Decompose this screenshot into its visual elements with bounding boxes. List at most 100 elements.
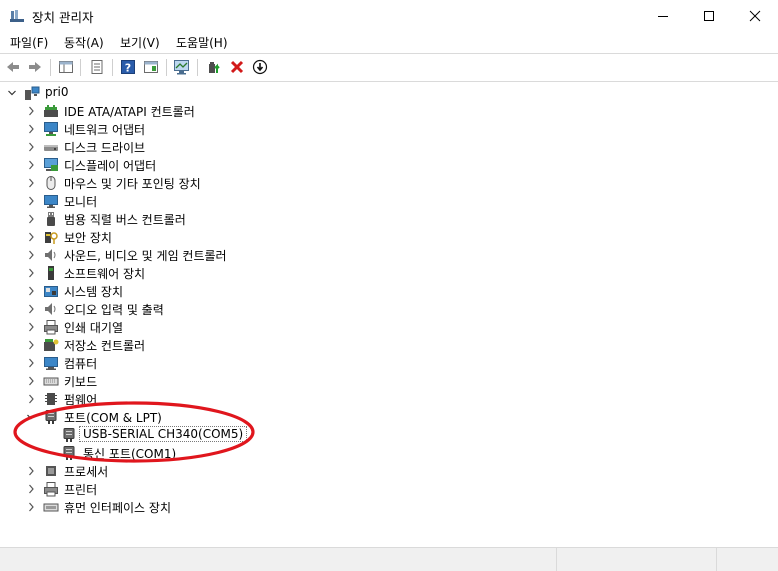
help-icon: ? bbox=[121, 60, 135, 75]
help-button[interactable]: ? bbox=[119, 58, 137, 76]
tree-category-0[interactable]: IDE ATA/ATAPI 컨트롤러 bbox=[0, 102, 700, 120]
expand-chevron-right-icon[interactable] bbox=[26, 483, 36, 495]
expand-chevron-right-icon[interactable] bbox=[26, 393, 36, 405]
expand-chevron-right-icon[interactable] bbox=[26, 159, 36, 171]
tree-category-4[interactable]: 마우스 및 기타 포인팅 장치 bbox=[0, 174, 700, 192]
maximize-button[interactable] bbox=[686, 0, 732, 31]
expand-chevron-right-icon[interactable] bbox=[26, 231, 36, 243]
tree-category-9[interactable]: 소프트웨어 장치 bbox=[0, 264, 700, 282]
tree-root-computer[interactable]: pri0 bbox=[0, 84, 700, 102]
expand-chevron-right-icon[interactable] bbox=[26, 501, 36, 513]
tree-category-16[interactable]: 펌웨어 bbox=[0, 390, 700, 408]
hid-icon bbox=[43, 503, 59, 512]
expand-chevron-right-icon[interactable] bbox=[26, 105, 36, 117]
tree-item-label: USB-SERIAL CH340(COM5) bbox=[78, 426, 248, 442]
expand-chevron-right-icon[interactable] bbox=[26, 303, 36, 315]
tree-category-7[interactable]: 보안 장치 bbox=[0, 228, 700, 246]
tree-category-5[interactable]: 모니터 bbox=[0, 192, 700, 210]
menu-view[interactable]: 보기(V) bbox=[120, 34, 160, 51]
tree-item-label: 프로세서 bbox=[64, 465, 109, 479]
tree-item-label: 사운드, 비디오 및 게임 컨트롤러 bbox=[64, 249, 227, 263]
tree-category-13[interactable]: 저장소 컨트롤러 bbox=[0, 336, 700, 354]
port-icon bbox=[63, 446, 75, 460]
tree-item-label: 저장소 컨트롤러 bbox=[64, 339, 146, 353]
expand-chevron-right-icon[interactable] bbox=[26, 123, 36, 135]
menu-action[interactable]: 동작(A) bbox=[64, 34, 104, 51]
back-arrow-icon bbox=[7, 62, 19, 72]
properties-button[interactable] bbox=[88, 58, 106, 76]
status-segment bbox=[716, 548, 717, 571]
tree-category-14[interactable]: 컴퓨터 bbox=[0, 354, 700, 372]
expand-chevron-right-icon[interactable] bbox=[26, 357, 36, 369]
tree-item-label: 디스크 드라이브 bbox=[64, 141, 146, 155]
menu-help[interactable]: 도움말(H) bbox=[176, 34, 228, 51]
tree-category-8[interactable]: 사운드, 비디오 및 게임 컨트롤러 bbox=[0, 246, 700, 264]
expand-chevron-down-icon[interactable] bbox=[26, 411, 36, 423]
tree-category-12[interactable]: 인쇄 대기열 bbox=[0, 318, 700, 336]
device-manager-app-icon bbox=[10, 10, 24, 22]
speaker-icon bbox=[45, 249, 56, 261]
tree-category-15[interactable]: 키보드 bbox=[0, 372, 700, 390]
expand-chevron-down-icon[interactable] bbox=[7, 87, 17, 99]
tree-category-17[interactable]: 포트(COM & LPT) bbox=[0, 408, 700, 426]
network-adapter-icon bbox=[44, 122, 58, 136]
tree-item-label: 키보드 bbox=[64, 375, 98, 389]
tree-category-18[interactable]: 프로세서 bbox=[0, 462, 700, 480]
tree-item-label: 펌웨어 bbox=[64, 393, 98, 407]
tree-category-20[interactable]: 휴먼 인터페이스 장치 bbox=[0, 498, 700, 516]
expand-chevron-right-icon[interactable] bbox=[26, 375, 36, 387]
port-icon bbox=[63, 428, 75, 442]
expand-chevron-right-icon[interactable] bbox=[26, 339, 36, 351]
menu-file[interactable]: 파일(F) bbox=[10, 34, 48, 51]
scan-monitor-icon bbox=[174, 60, 189, 75]
expand-chevron-right-icon[interactable] bbox=[26, 267, 36, 279]
tree-category-2[interactable]: 디스크 드라이브 bbox=[0, 138, 700, 156]
tree-category-19[interactable]: 프린터 bbox=[0, 480, 700, 498]
tree-category-6[interactable]: 범용 직렬 버스 컨트롤러 bbox=[0, 210, 700, 228]
computer-icon bbox=[44, 357, 58, 370]
tree-item-label: 통신 포트(COM1) bbox=[83, 447, 177, 461]
expand-chevron-right-icon[interactable] bbox=[26, 141, 36, 153]
tree-category-10[interactable]: 시스템 장치 bbox=[0, 282, 700, 300]
expand-chevron-right-icon[interactable] bbox=[26, 195, 36, 207]
update-driver-button[interactable] bbox=[205, 58, 223, 76]
expand-chevron-right-icon[interactable] bbox=[26, 213, 36, 225]
scan-hardware-button[interactable] bbox=[173, 58, 191, 76]
disable-device-button[interactable] bbox=[251, 58, 269, 76]
speaker-icon bbox=[45, 303, 56, 315]
action-view-button[interactable] bbox=[142, 58, 160, 76]
toolbar: ? bbox=[0, 53, 778, 82]
close-button[interactable] bbox=[732, 0, 778, 31]
uninstall-device-button[interactable] bbox=[228, 58, 246, 76]
storage-controller-icon bbox=[44, 339, 59, 351]
expand-chevron-right-icon[interactable] bbox=[26, 249, 36, 261]
forward-button[interactable] bbox=[26, 58, 44, 76]
tree-device-17-0[interactable]: USB-SERIAL CH340(COM5) bbox=[0, 426, 700, 444]
computer-tree-icon bbox=[25, 86, 40, 100]
svg-text:?: ? bbox=[125, 62, 131, 75]
expand-chevron-right-icon[interactable] bbox=[26, 177, 36, 189]
mouse-icon bbox=[46, 176, 56, 190]
tree-item-label: 컴퓨터 bbox=[64, 357, 98, 371]
properties-icon bbox=[91, 60, 103, 74]
tree-item-label: 네트워크 어댑터 bbox=[64, 123, 146, 137]
show-hide-console-tree-button[interactable] bbox=[57, 58, 75, 76]
status-bar bbox=[0, 547, 778, 571]
tree-category-3[interactable]: 디스플레이 어댑터 bbox=[0, 156, 700, 174]
tree-item-label: 시스템 장치 bbox=[64, 285, 124, 299]
expand-chevron-right-icon[interactable] bbox=[26, 321, 36, 333]
tree-category-11[interactable]: 오디오 입력 및 출력 bbox=[0, 300, 700, 318]
tree-item-label: 인쇄 대기열 bbox=[64, 321, 124, 335]
display-adapter-icon bbox=[44, 158, 58, 171]
tree-category-1[interactable]: 네트워크 어댑터 bbox=[0, 120, 700, 138]
tree-item-label: 모니터 bbox=[64, 195, 98, 209]
back-button[interactable] bbox=[4, 58, 22, 76]
menu-bar: 파일(F) 동작(A) 보기(V) 도움말(H) bbox=[0, 31, 778, 53]
toolbar-separator bbox=[112, 59, 113, 76]
tree-item-label: 디스플레이 어댑터 bbox=[64, 159, 157, 173]
minimize-button[interactable] bbox=[640, 0, 686, 31]
expand-chevron-right-icon[interactable] bbox=[26, 285, 36, 297]
security-device-icon bbox=[45, 232, 58, 244]
expand-chevron-right-icon[interactable] bbox=[26, 465, 36, 477]
tree-device-17-1[interactable]: 통신 포트(COM1) bbox=[0, 444, 700, 462]
